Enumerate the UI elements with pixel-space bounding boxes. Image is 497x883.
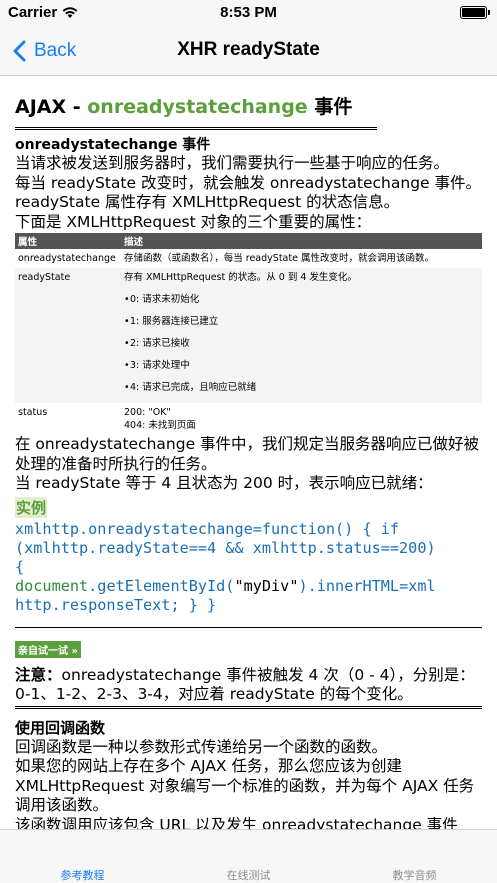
status-bar: Carrier 8:53 PM [0, 0, 497, 26]
list-item: 2: 请求已接收 [124, 337, 479, 350]
battery-icon [460, 6, 490, 19]
try-it-button[interactable]: 亲自试一试 » [15, 640, 81, 658]
section-title: onreadystatechange 事件 [15, 137, 211, 153]
heading-prefix: AJAX - [15, 96, 88, 118]
heading-suffix: 事件 [307, 96, 353, 118]
table-row: onreadystatechange 存储函数（或函数名），每当 readySt… [15, 249, 482, 268]
body-paragraph: 在 onreadystatechange 事件中，我们规定当服务器响应已做好被处… [15, 435, 480, 473]
body-paragraph: 当 readyState 等于 4 且状态为 200 时，表示响应已就绪： [15, 474, 433, 492]
note-text: onreadystatechange 事件被触发 4 次（0 - 4），分别是：… [15, 665, 475, 703]
note-divider [15, 705, 482, 709]
tab-teaching-audio[interactable]: 教学音频 [332, 830, 497, 883]
article-heading: AJAX - onreadystatechange 事件 [15, 92, 482, 119]
tab-reference-tutorial[interactable]: 参考教程 [0, 830, 165, 883]
tab-bar: 参考教程 在线测试 教学音频 [0, 829, 497, 883]
property-name: readyState [15, 268, 121, 403]
tab-label: 参考教程 [60, 869, 105, 882]
callback-paragraph: 回调函数是一种以参数形式传递给另一个函数的函数。 [15, 737, 388, 756]
page-title: XHR readyState [177, 39, 320, 60]
table-header-property: 属性 [15, 233, 121, 249]
example-heading: 实例 [15, 496, 48, 518]
table-row: readyState 存有 XMLHttpRequest 的状态。从 0 到 4… [15, 268, 482, 403]
property-name: status [18, 407, 48, 418]
callback-paragraph: 该函数调用应该包含 URL 以及发生 onreadystatechange 事件 [15, 815, 458, 829]
intro-paragraph-4: 下面是 XMLHttpRequest 对象的三个重要的属性： [15, 212, 372, 231]
intro-paragraph-2: 每当 readyState 改变时，就会触发 onreadystatechang… [15, 173, 482, 192]
tab-online-test[interactable]: 在线测试 [166, 830, 331, 883]
table-row: status 200: "OK" 404: 未找到页面 [15, 403, 482, 435]
article-content[interactable]: AJAX - onreadystatechange 事件 onreadystat… [0, 77, 497, 829]
property-description: 存储函数（或函数名），每当 readyState 属性改变时，就会调用该函数。 [124, 253, 434, 264]
code-line: { [15, 557, 25, 576]
note-paragraph: 注意：onreadystatechange 事件被触发 4 次（0 - 4），分… [15, 666, 482, 704]
callback-paragraph: 如果您的网站上存在多个 AJAX 任务，那么您应该为创建 XMLHttpRequ… [15, 757, 475, 815]
clock: 8:53 PM [220, 4, 277, 21]
properties-table: 属性 描述 onreadystatechange 存储函数（或函数名），每当 r… [15, 233, 482, 435]
status-line: 404: 未找到页面 [124, 420, 196, 431]
intro-paragraph-1: 当请求被发送到服务器时，我们需要执行一些基于响应的任务。 [15, 154, 450, 172]
intro-paragraph-3: readyState 属性存有 XMLHttpRequest 的状态信息。 [15, 193, 400, 211]
heading-divider [15, 127, 377, 130]
list-item: 4: 请求已完成，且响应已就绪 [124, 381, 479, 394]
code-divider [15, 626, 482, 628]
code-example: xmlhttp.onreadystatechange=function() { … [15, 520, 482, 616]
tab-label: 在线测试 [226, 869, 271, 882]
property-description-cell: 存有 XMLHttpRequest 的状态。从 0 到 4 发生变化。 0: 请… [121, 268, 482, 403]
code-line: document.getElementById("myDiv").innerHT… [15, 577, 436, 596]
navigation-bar: Back XHR readyState [0, 26, 497, 76]
list-item: 1: 服务器连接已建立 [124, 315, 479, 328]
table-header-description: 描述 [121, 233, 482, 249]
code-line: http.responseText; } } [15, 596, 217, 615]
property-name: onreadystatechange [18, 253, 116, 264]
status-line: 200: "OK" [124, 407, 171, 418]
heading-highlight: onreadystatechange [87, 96, 308, 118]
tab-label: 教学音频 [392, 869, 437, 882]
code-line: xmlhttp.onreadystatechange=function() { … [15, 519, 400, 538]
list-item: 3: 请求处理中 [124, 359, 479, 372]
callback-title: 使用回调函数 [15, 718, 106, 737]
table-header-row: 属性 描述 [15, 233, 482, 249]
property-description-cell: 200: "OK" 404: 未找到页面 [121, 403, 482, 435]
note-label: 注意： [15, 665, 62, 684]
property-description: 存有 XMLHttpRequest 的状态。从 0 到 4 发生变化。 [124, 272, 357, 283]
list-item: 0: 请求未初始化 [124, 293, 479, 306]
code-line: (xmlhttp.readyState==4 && xmlhttp.status… [15, 538, 436, 557]
